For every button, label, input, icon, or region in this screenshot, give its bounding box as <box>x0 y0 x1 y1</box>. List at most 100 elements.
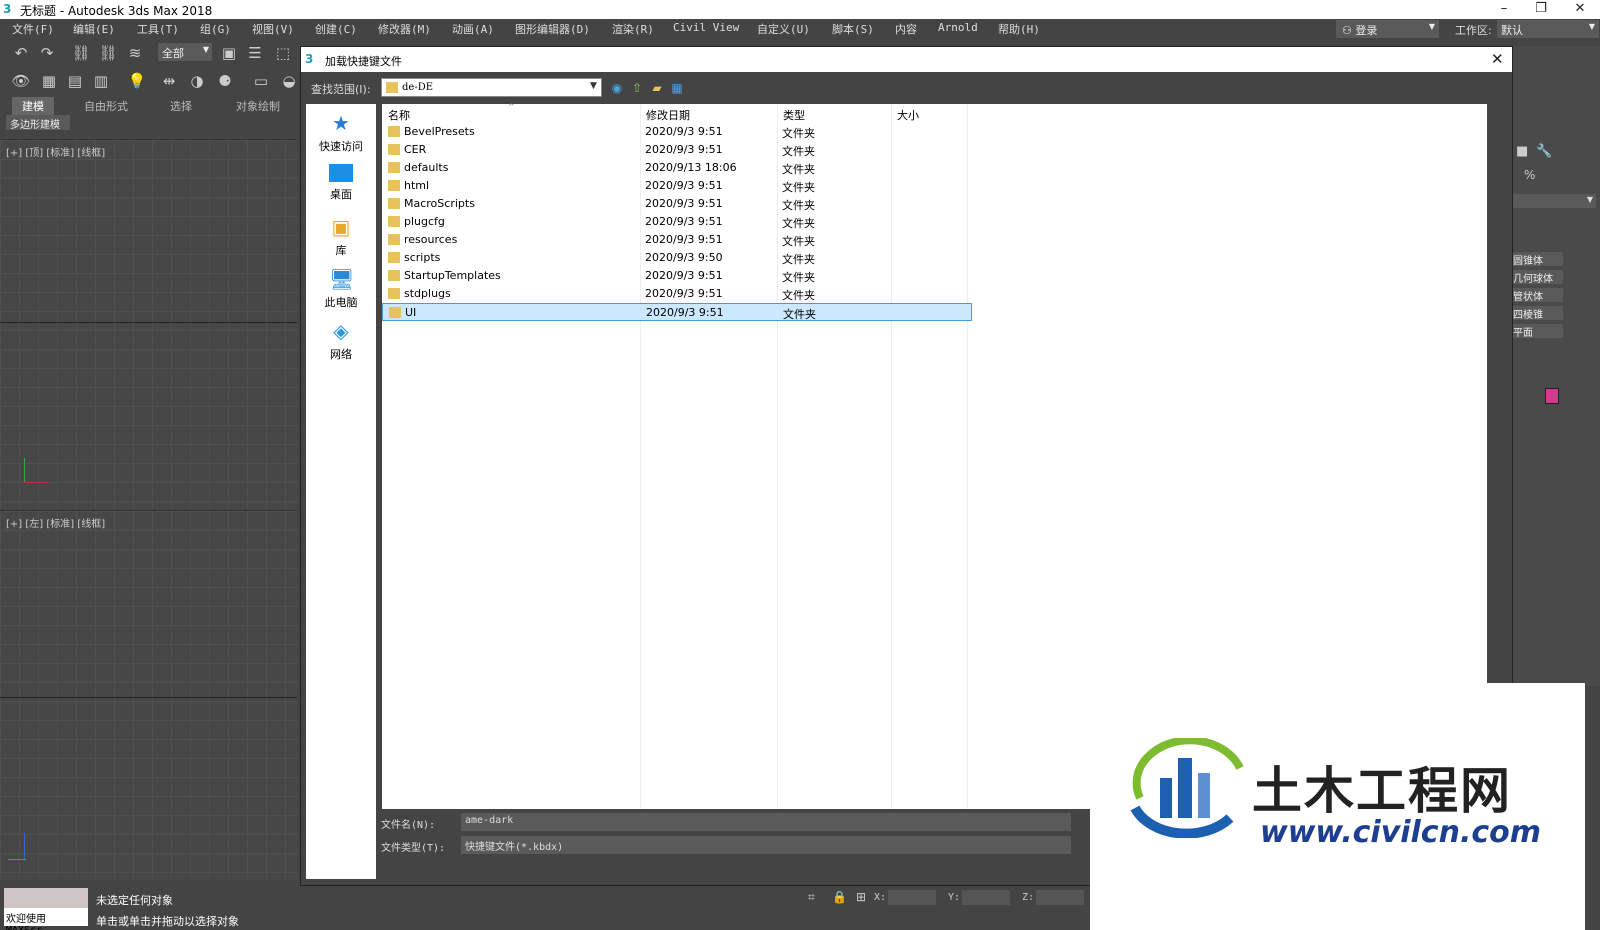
link-icon[interactable]: ⛓ <box>70 43 92 63</box>
file-row[interactable]: html 2020/9/3 9:51 文件夹 <box>382 177 972 195</box>
maxscript-listener-box[interactable] <box>4 888 88 908</box>
place-network[interactable]: ◈ 网络 <box>306 320 376 362</box>
file-row[interactable]: stdplugs 2020/9/3 9:51 文件夹 <box>382 285 972 303</box>
menu-create[interactable]: 创建(C) <box>315 21 357 37</box>
place-libraries[interactable]: ▣ 库 <box>306 216 376 258</box>
undo-icon[interactable]: ↶ <box>10 43 32 63</box>
main-toolbar: ↶ ↷ ⛓ ⛓ ≋ 全部 ▼ ▣ ☰ ⬚ <box>0 39 305 67</box>
file-row[interactable]: StartupTemplates 2020/9/3 9:51 文件夹 <box>382 267 972 285</box>
render-frame-icon[interactable]: ▭ <box>250 71 272 91</box>
place-this-pc[interactable]: 🖥 此电脑 <box>306 268 376 310</box>
file-row-selected[interactable]: UI 2020/9/3 9:51 文件夹 <box>382 303 972 321</box>
menu-graph-editors[interactable]: 图形编辑器(D) <box>515 21 590 37</box>
shapes-icon[interactable]: % <box>1524 168 1535 182</box>
tube-button[interactable]: 管状体 <box>1511 288 1563 303</box>
menu-animation[interactable]: 动画(A) <box>452 21 494 37</box>
file-row[interactable]: scripts 2020/9/3 9:50 文件夹 <box>382 249 972 267</box>
place-desktop[interactable]: 桌面 <box>306 164 376 202</box>
mirror-icon[interactable]: ⇹ <box>158 71 180 91</box>
place-label: 库 <box>335 244 347 257</box>
column-header-type[interactable]: 类型 <box>783 107 805 123</box>
place-quick-access[interactable]: ★ 快速访问 <box>306 112 376 154</box>
render-teapot-icon[interactable]: ◒ <box>278 71 300 91</box>
column-header-date[interactable]: 修改日期 <box>646 107 690 123</box>
menu-scripting[interactable]: 脚本(S) <box>832 21 874 37</box>
align-icon[interactable]: ◑ <box>186 71 208 91</box>
unlink-icon[interactable]: ⛓ <box>97 43 119 63</box>
tab-freeform[interactable]: 自由形式 <box>84 98 128 114</box>
pyramid-button[interactable]: 四棱锥 <box>1511 306 1563 321</box>
scene-explorer-icon[interactable]: ▥ <box>90 71 112 91</box>
menu-file[interactable]: 文件(F) <box>12 21 54 37</box>
tab-object-paint[interactable]: 对象绘制 <box>236 98 280 114</box>
plane-button[interactable]: 平面 <box>1511 324 1563 339</box>
back-icon[interactable]: ◉ <box>609 80 625 96</box>
rectangle-selection-icon[interactable]: ⬚ <box>272 43 294 63</box>
viewport-left[interactable]: [+] [左] [标准] [线框] <box>0 510 297 880</box>
tab-modeling[interactable]: 建模 <box>12 97 54 115</box>
column-header-name[interactable]: 名称 <box>388 107 410 123</box>
file-row[interactable]: BevelPresets 2020/9/3 9:51 文件夹 <box>382 123 972 141</box>
file-row[interactable]: plugcfg 2020/9/3 9:51 文件夹 <box>382 213 972 231</box>
file-row[interactable]: CER 2020/9/3 9:51 文件夹 <box>382 141 972 159</box>
select-by-name-icon[interactable]: ☰ <box>244 43 266 63</box>
object-color-swatch[interactable] <box>1545 388 1559 404</box>
y-coord-field[interactable] <box>962 890 1010 905</box>
z-coord-field[interactable] <box>1036 890 1084 905</box>
menu-rendering[interactable]: 渲染(R) <box>612 21 654 37</box>
light-icon[interactable]: 💡 <box>126 71 148 91</box>
close-button[interactable]: ✕ <box>1570 1 1590 17</box>
menu-group[interactable]: 组(G) <box>200 21 231 37</box>
panel-tab-icon[interactable]: ■ <box>1516 144 1528 159</box>
redo-icon[interactable]: ↷ <box>36 43 58 63</box>
view-icon[interactable]: 👁 <box>10 71 32 91</box>
x-coord-field[interactable] <box>888 890 936 905</box>
viewport-label[interactable]: [+] [左] [标准] [线框] <box>6 515 105 530</box>
tab-selection[interactable]: 选择 <box>170 98 192 114</box>
file-row[interactable]: defaults 2020/9/13 18:06 文件夹 <box>382 159 972 177</box>
new-folder-icon[interactable]: ▰ <box>649 80 665 96</box>
menu-content[interactable]: 内容 <box>895 21 917 37</box>
isolate-icon[interactable]: ⌗ <box>808 890 815 905</box>
layer-icon[interactable]: ▤ <box>64 71 86 91</box>
render-setup-icon[interactable]: ▦ <box>38 71 60 91</box>
folder-icon <box>388 126 400 137</box>
viewport-top[interactable]: [+] [顶] [标准] [线框] <box>0 139 297 509</box>
selection-filter-dropdown[interactable]: 全部 ▼ <box>158 43 212 61</box>
menu-view[interactable]: 视图(V) <box>252 21 294 37</box>
filename-input[interactable]: ame-dark <box>461 813 1071 831</box>
cone-button[interactable]: 圆锥体 <box>1511 252 1563 267</box>
plane-label: 平面 <box>1513 328 1533 339</box>
maxscript-welcome[interactable]: 欢迎使用 MAXScr <box>4 908 88 930</box>
select-object-icon[interactable]: ▣ <box>218 43 240 63</box>
view-menu-icon[interactable]: ▦ <box>669 80 685 96</box>
login-dropdown[interactable]: ⚇ 登录 ▼ <box>1336 20 1439 38</box>
column-header-size[interactable]: 大小 <box>897 107 919 123</box>
object-type-dropdown[interactable]: ▼ <box>1512 194 1596 208</box>
up-folder-icon[interactable]: ⇧ <box>629 80 645 96</box>
file-row[interactable]: resources 2020/9/3 9:51 文件夹 <box>382 231 972 249</box>
workspace-select[interactable]: 默认 ▼ <box>1497 20 1599 38</box>
material-editor-icon[interactable]: ⚈ <box>214 71 236 91</box>
menu-civil-view[interactable]: Civil View <box>673 21 739 34</box>
menu-customize[interactable]: 自定义(U) <box>757 21 810 37</box>
menu-edit[interactable]: 编辑(E) <box>73 21 115 37</box>
bind-space-warp-icon[interactable]: ≋ <box>124 43 146 63</box>
dialog-close-icon[interactable]: ✕ <box>1491 50 1504 68</box>
restore-button[interactable]: ❐ <box>1531 1 1551 17</box>
menu-tools[interactable]: 工具(T) <box>137 21 179 37</box>
polygon-modeling-button[interactable]: 多边形建模 <box>6 115 70 131</box>
absolute-mode-icon[interactable]: ⊞ <box>856 890 866 904</box>
menu-arnold[interactable]: Arnold <box>938 21 978 34</box>
look-in-dropdown[interactable]: de-DE ▼ <box>381 78 602 97</box>
lock-icon[interactable]: 🔒 <box>832 890 847 904</box>
filetype-select[interactable]: 快捷键文件(*.kbdx) <box>461 836 1071 854</box>
file-row[interactable]: MacroScripts 2020/9/3 9:51 文件夹 <box>382 195 972 213</box>
viewport-label[interactable]: [+] [顶] [标准] [线框] <box>6 144 105 159</box>
geosphere-button[interactable]: 几何球体 <box>1511 270 1563 285</box>
minimize-button[interactable]: – <box>1494 1 1514 17</box>
folder-icon <box>388 198 400 209</box>
menu-modifiers[interactable]: 修改器(M) <box>378 21 431 37</box>
wrench-icon[interactable]: 🔧 <box>1536 144 1552 159</box>
menu-help[interactable]: 帮助(H) <box>998 21 1040 37</box>
